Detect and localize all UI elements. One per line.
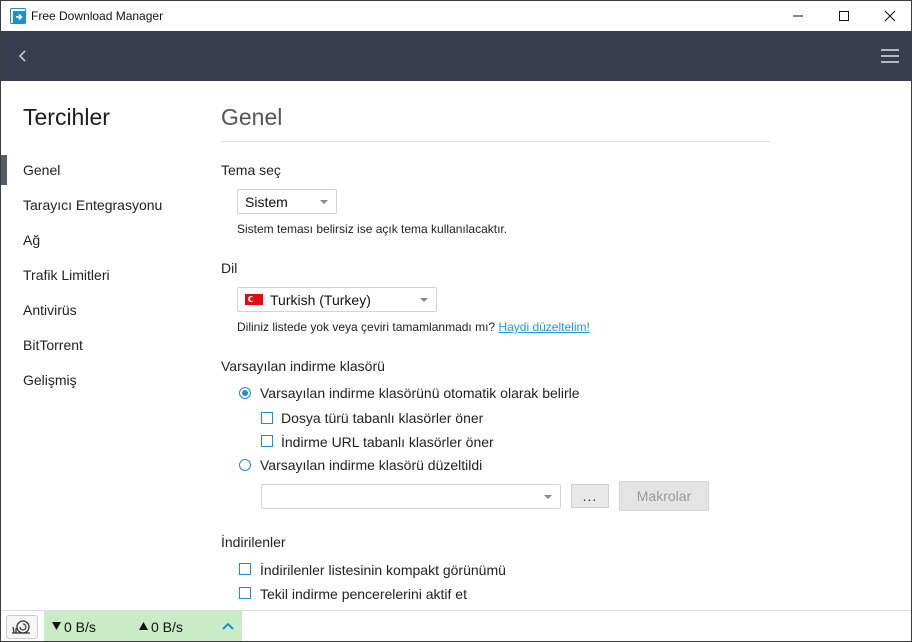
active-item-marker [1, 155, 7, 185]
snail-icon [12, 620, 30, 634]
minimize-icon [793, 15, 803, 17]
hamburger-menu-icon[interactable] [879, 46, 901, 66]
sidebar-item-browser-integration[interactable]: Tarayıcı Entegrasyonu [23, 197, 162, 213]
maximize-icon [839, 11, 849, 21]
language-hint-row: Diliniz listede yok veya çeviri tamamlan… [237, 320, 590, 334]
back-arrow-icon[interactable] [13, 46, 33, 66]
download-folder-label: Varsayılan indirme klasörü [221, 358, 385, 374]
download-arrow-icon [52, 622, 61, 630]
theme-label: Tema seç [221, 162, 281, 178]
fixed-folder-radio-label: Varsayılan indirme klasörü düzeltildi [260, 457, 483, 473]
upload-arrow-icon [139, 622, 148, 630]
speed-panel: 0 B/s 0 B/s [44, 611, 242, 642]
language-select-value: Turkish (Turkey) [270, 291, 371, 308]
compact-view-label: İndirilenler listesinin kompakt görünümü [260, 562, 506, 578]
url-folders-checkbox[interactable] [261, 435, 273, 447]
auto-folder-radio-label: Varsayılan indirme klasörünü otomatik ol… [260, 385, 580, 401]
chevron-down-icon [420, 298, 428, 302]
language-label: Dil [221, 260, 238, 276]
title-divider [221, 141, 770, 142]
macros-button[interactable]: Makrolar [619, 481, 709, 511]
language-select[interactable]: Turkish (Turkey) [237, 287, 437, 312]
preferences-title: Tercihler [23, 104, 110, 130]
url-folders-label: İndirme URL tabanlı klasörler öner [281, 434, 494, 450]
chevron-down-icon [320, 200, 328, 204]
sidebar-item-network[interactable]: Ağ [23, 232, 40, 248]
window-frame-left [0, 31, 1, 642]
sidebar-item-general[interactable]: Genel [23, 162, 60, 178]
chevron-up-icon[interactable] [220, 619, 236, 633]
folder-path-combobox[interactable] [261, 484, 561, 509]
speed-mode-button[interactable] [6, 615, 38, 639]
auto-folder-radio[interactable] [239, 387, 251, 399]
minimize-button[interactable] [775, 1, 821, 31]
window-title: Free Download Manager [31, 9, 164, 23]
download-speed: 0 B/s [64, 619, 96, 635]
sidebar-item-traffic-limits[interactable]: Trafik Limitleri [23, 267, 110, 283]
sidebar-item-antivirus[interactable]: Antivirüs [23, 302, 77, 318]
status-bar: 0 B/s 0 B/s [1, 610, 911, 642]
compact-view-checkbox[interactable] [239, 563, 251, 575]
downloads-label: İndirilenler [221, 534, 286, 550]
filetype-folders-checkbox[interactable] [261, 412, 273, 424]
fix-translation-link[interactable]: Haydi düzeltelim! [498, 320, 589, 334]
maximize-button[interactable] [821, 1, 867, 31]
sidebar-item-advanced[interactable]: Gelişmiş [23, 372, 77, 388]
chevron-down-icon [544, 495, 552, 499]
language-hint: Diliniz listede yok veya çeviri tamamlan… [237, 320, 496, 334]
single-windows-label: Tekil indirme pencerelerini aktif et [260, 586, 467, 602]
close-button[interactable] [867, 1, 912, 31]
close-icon [884, 10, 896, 22]
fixed-folder-radio[interactable] [239, 459, 251, 471]
app-logo-icon [10, 8, 26, 24]
filetype-folders-label: Dosya türü tabanlı klasörler öner [281, 410, 484, 426]
page-title: Genel [221, 104, 283, 130]
nav-bar [1, 31, 911, 81]
single-windows-checkbox[interactable] [239, 587, 251, 599]
browse-folder-button[interactable]: ... [571, 484, 609, 508]
sidebar-item-bittorrent[interactable]: BitTorrent [23, 337, 83, 353]
theme-select-value: Sistem [245, 193, 288, 210]
upload-speed: 0 B/s [151, 619, 183, 635]
theme-hint: Sistem teması belirsiz ise açık tema kul… [237, 222, 508, 236]
turkey-flag-icon [245, 294, 263, 305]
title-bar: Free Download Manager [0, 0, 912, 31]
theme-select[interactable]: Sistem [237, 189, 337, 214]
